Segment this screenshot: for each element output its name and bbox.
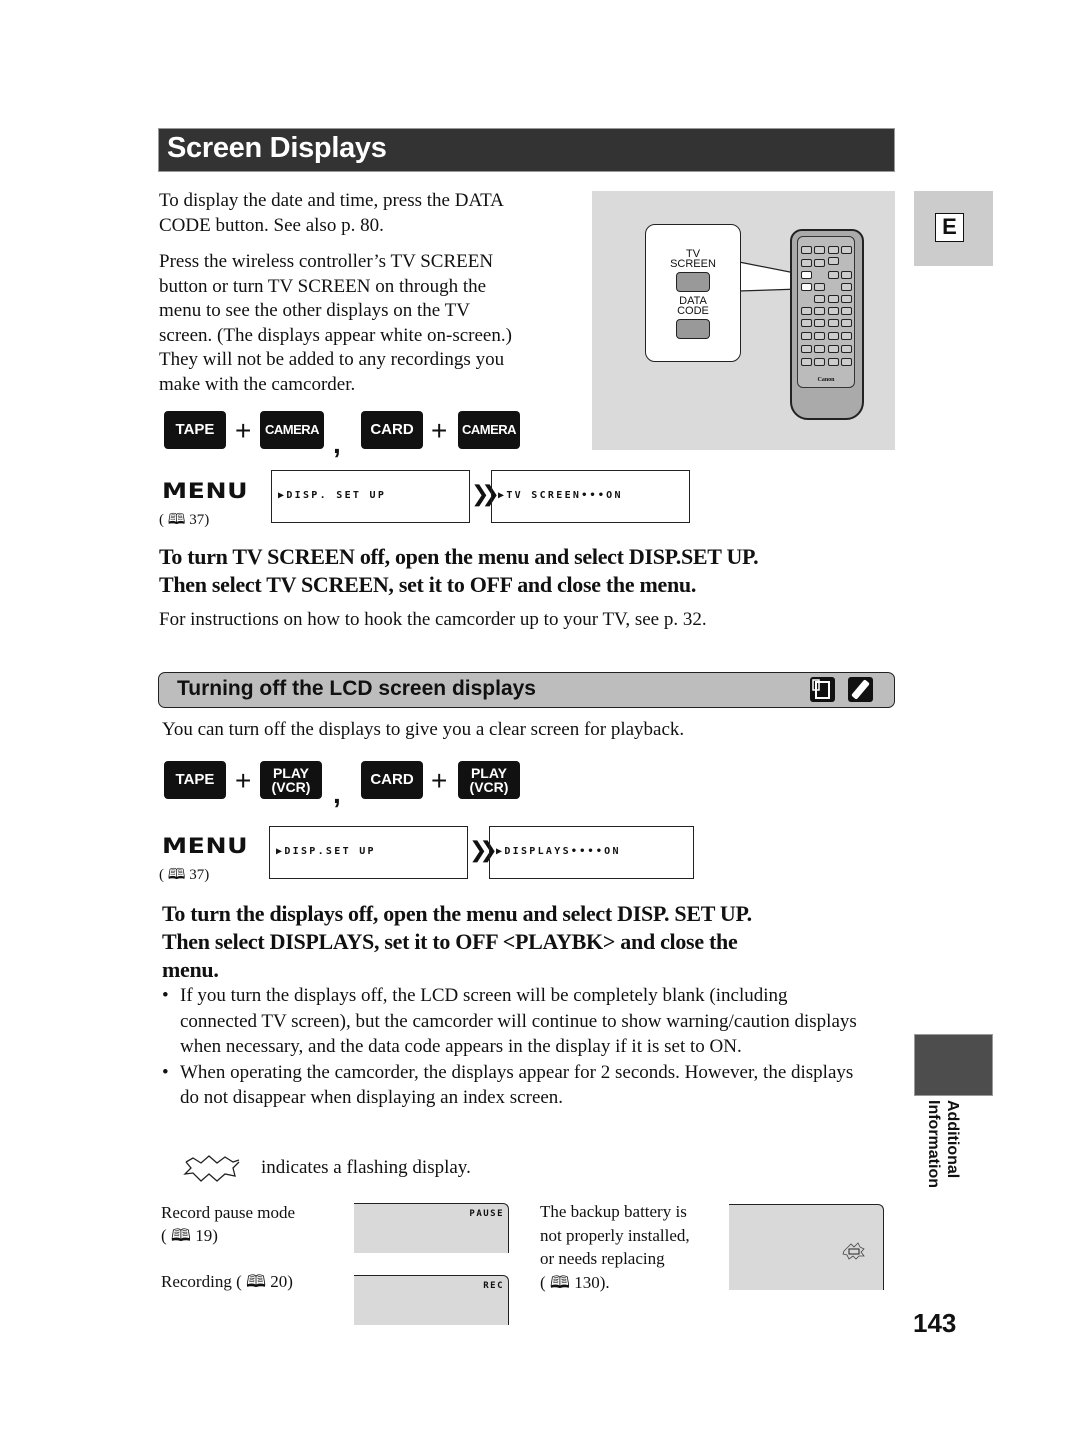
intro-paragraph-1: To display the date and time, press the … bbox=[159, 189, 589, 238]
book-icon: 🕮 bbox=[167, 512, 186, 528]
example-label-recording: Recording ( 🕮 20) bbox=[161, 1272, 293, 1291]
mode-badge-card: CARD bbox=[361, 761, 423, 799]
chapter-tab-label: Additional Information bbox=[925, 1100, 961, 1188]
mode-badge-tape: TAPE bbox=[164, 411, 226, 449]
menu-step-1: ▶DISP.SET UP bbox=[269, 826, 468, 879]
text-line: To display the date and time, press the … bbox=[159, 190, 504, 211]
tv-screen-button bbox=[676, 272, 710, 292]
plus-sign: + bbox=[431, 765, 448, 796]
lcd-screen-battery bbox=[729, 1204, 884, 1290]
data-code-button bbox=[676, 319, 710, 339]
text-line: screen. (The displays appear white on-sc… bbox=[159, 324, 512, 346]
language-tab: E bbox=[914, 191, 993, 266]
mode-badge-play-vcr: PLAY (VCR) bbox=[260, 761, 322, 799]
mode-badge-tape: TAPE bbox=[164, 761, 226, 799]
lcd-screen-rec: REC bbox=[354, 1275, 509, 1325]
tv-screen-label: TV SCREEN bbox=[670, 248, 716, 270]
page-title: Screen Displays bbox=[167, 132, 387, 164]
plus-sign: + bbox=[431, 415, 448, 446]
book-icon: 🕮 bbox=[245, 1272, 267, 1291]
text-line: They will not be added to any recordings… bbox=[159, 349, 505, 370]
list-item: When operating the camcorder, the displa… bbox=[159, 1060, 864, 1111]
menu-page-ref: ( 🕮 37) bbox=[159, 512, 210, 528]
menu-step-2: ▶TV SCREEN•••ON bbox=[491, 470, 690, 523]
menu-page-ref: ( 🕮 37) bbox=[159, 867, 210, 883]
wireless-controller-icon bbox=[848, 677, 873, 702]
text-line: Press the wireless controller’s TV SCREE… bbox=[159, 251, 494, 272]
example-label-pause: Record pause mode ( 🕮 19) bbox=[161, 1203, 296, 1245]
remote-face: Canon bbox=[797, 236, 855, 388]
book-icon: 🕮 bbox=[170, 1226, 191, 1245]
comma-separator: , bbox=[333, 428, 341, 459]
menu-step-2: ▶DISPLAYS••••ON bbox=[489, 826, 694, 879]
flash-legend: indicates a flashing display. bbox=[261, 1157, 471, 1178]
section-title: Turning off the LCD screen displays bbox=[177, 677, 536, 700]
plus-sign: + bbox=[235, 765, 252, 796]
menu-label: MENU bbox=[162, 834, 249, 858]
text-line: make with the camcorder. bbox=[159, 373, 356, 395]
intro-paragraph-2: Press the wireless controller’s TV SCREE… bbox=[159, 250, 589, 397]
mode-badge-card: CARD bbox=[361, 411, 423, 449]
menu-step-1: ▶DISP. SET UP bbox=[271, 470, 470, 523]
comma-separator: , bbox=[333, 778, 341, 809]
book-icon: 🕮 bbox=[167, 867, 186, 883]
mode-badge-camera: CAMERA bbox=[260, 411, 324, 449]
double-chevron-icon: ❯❯ bbox=[469, 838, 498, 863]
callout-box: TV SCREEN DATA CODE bbox=[645, 224, 741, 362]
list-item: If you turn the displays off, the LCD sc… bbox=[159, 983, 864, 1060]
chapter-tab-block bbox=[914, 1034, 993, 1096]
brand-logo: Canon bbox=[817, 377, 835, 383]
remote-illustration: TV SCREEN DATA CODE Canon bbox=[592, 191, 895, 450]
section-header: Turning off the LCD screen displays bbox=[158, 672, 895, 708]
flashing-indicator-icon bbox=[183, 1155, 240, 1182]
tv-hookup-note: For instructions on how to hook the camc… bbox=[159, 609, 707, 630]
wireless-controller-icon: Canon bbox=[790, 229, 864, 420]
menu-label: MENU bbox=[162, 479, 249, 503]
text-line: button or turn TV SCREEN on through the bbox=[159, 275, 487, 297]
plus-sign: + bbox=[235, 415, 252, 446]
mode-badge-camera: CAMERA bbox=[458, 411, 520, 449]
page-number: 143 bbox=[913, 1308, 957, 1338]
camcorder-lcd-icon bbox=[810, 677, 835, 702]
text-line: CODE button. See also p. 80. bbox=[159, 214, 384, 236]
mode-badge-play-vcr: PLAY (VCR) bbox=[458, 761, 520, 799]
data-code-label: DATA CODE bbox=[677, 295, 709, 317]
backup-battery-warning-icon bbox=[842, 1242, 865, 1260]
language-code: E bbox=[935, 213, 964, 242]
double-chevron-icon: ❯❯ bbox=[471, 482, 500, 507]
book-icon: 🕮 bbox=[549, 1272, 570, 1292]
instruction-tv-screen: To turn TV SCREEN off, open the menu and… bbox=[159, 544, 759, 597]
battery-note: The backup battery is not properly insta… bbox=[540, 1202, 690, 1292]
lcd-screen-pause: PAUSE bbox=[354, 1203, 509, 1253]
section-intro: You can turn off the displays to give yo… bbox=[162, 719, 685, 740]
instruction-displays: To turn the displays off, open the menu … bbox=[162, 901, 752, 982]
page-title-bar: Screen Displays bbox=[158, 128, 895, 172]
notes-list: If you turn the displays off, the LCD sc… bbox=[159, 983, 864, 1111]
text-line: menu to see the other displays on the TV bbox=[159, 300, 470, 321]
